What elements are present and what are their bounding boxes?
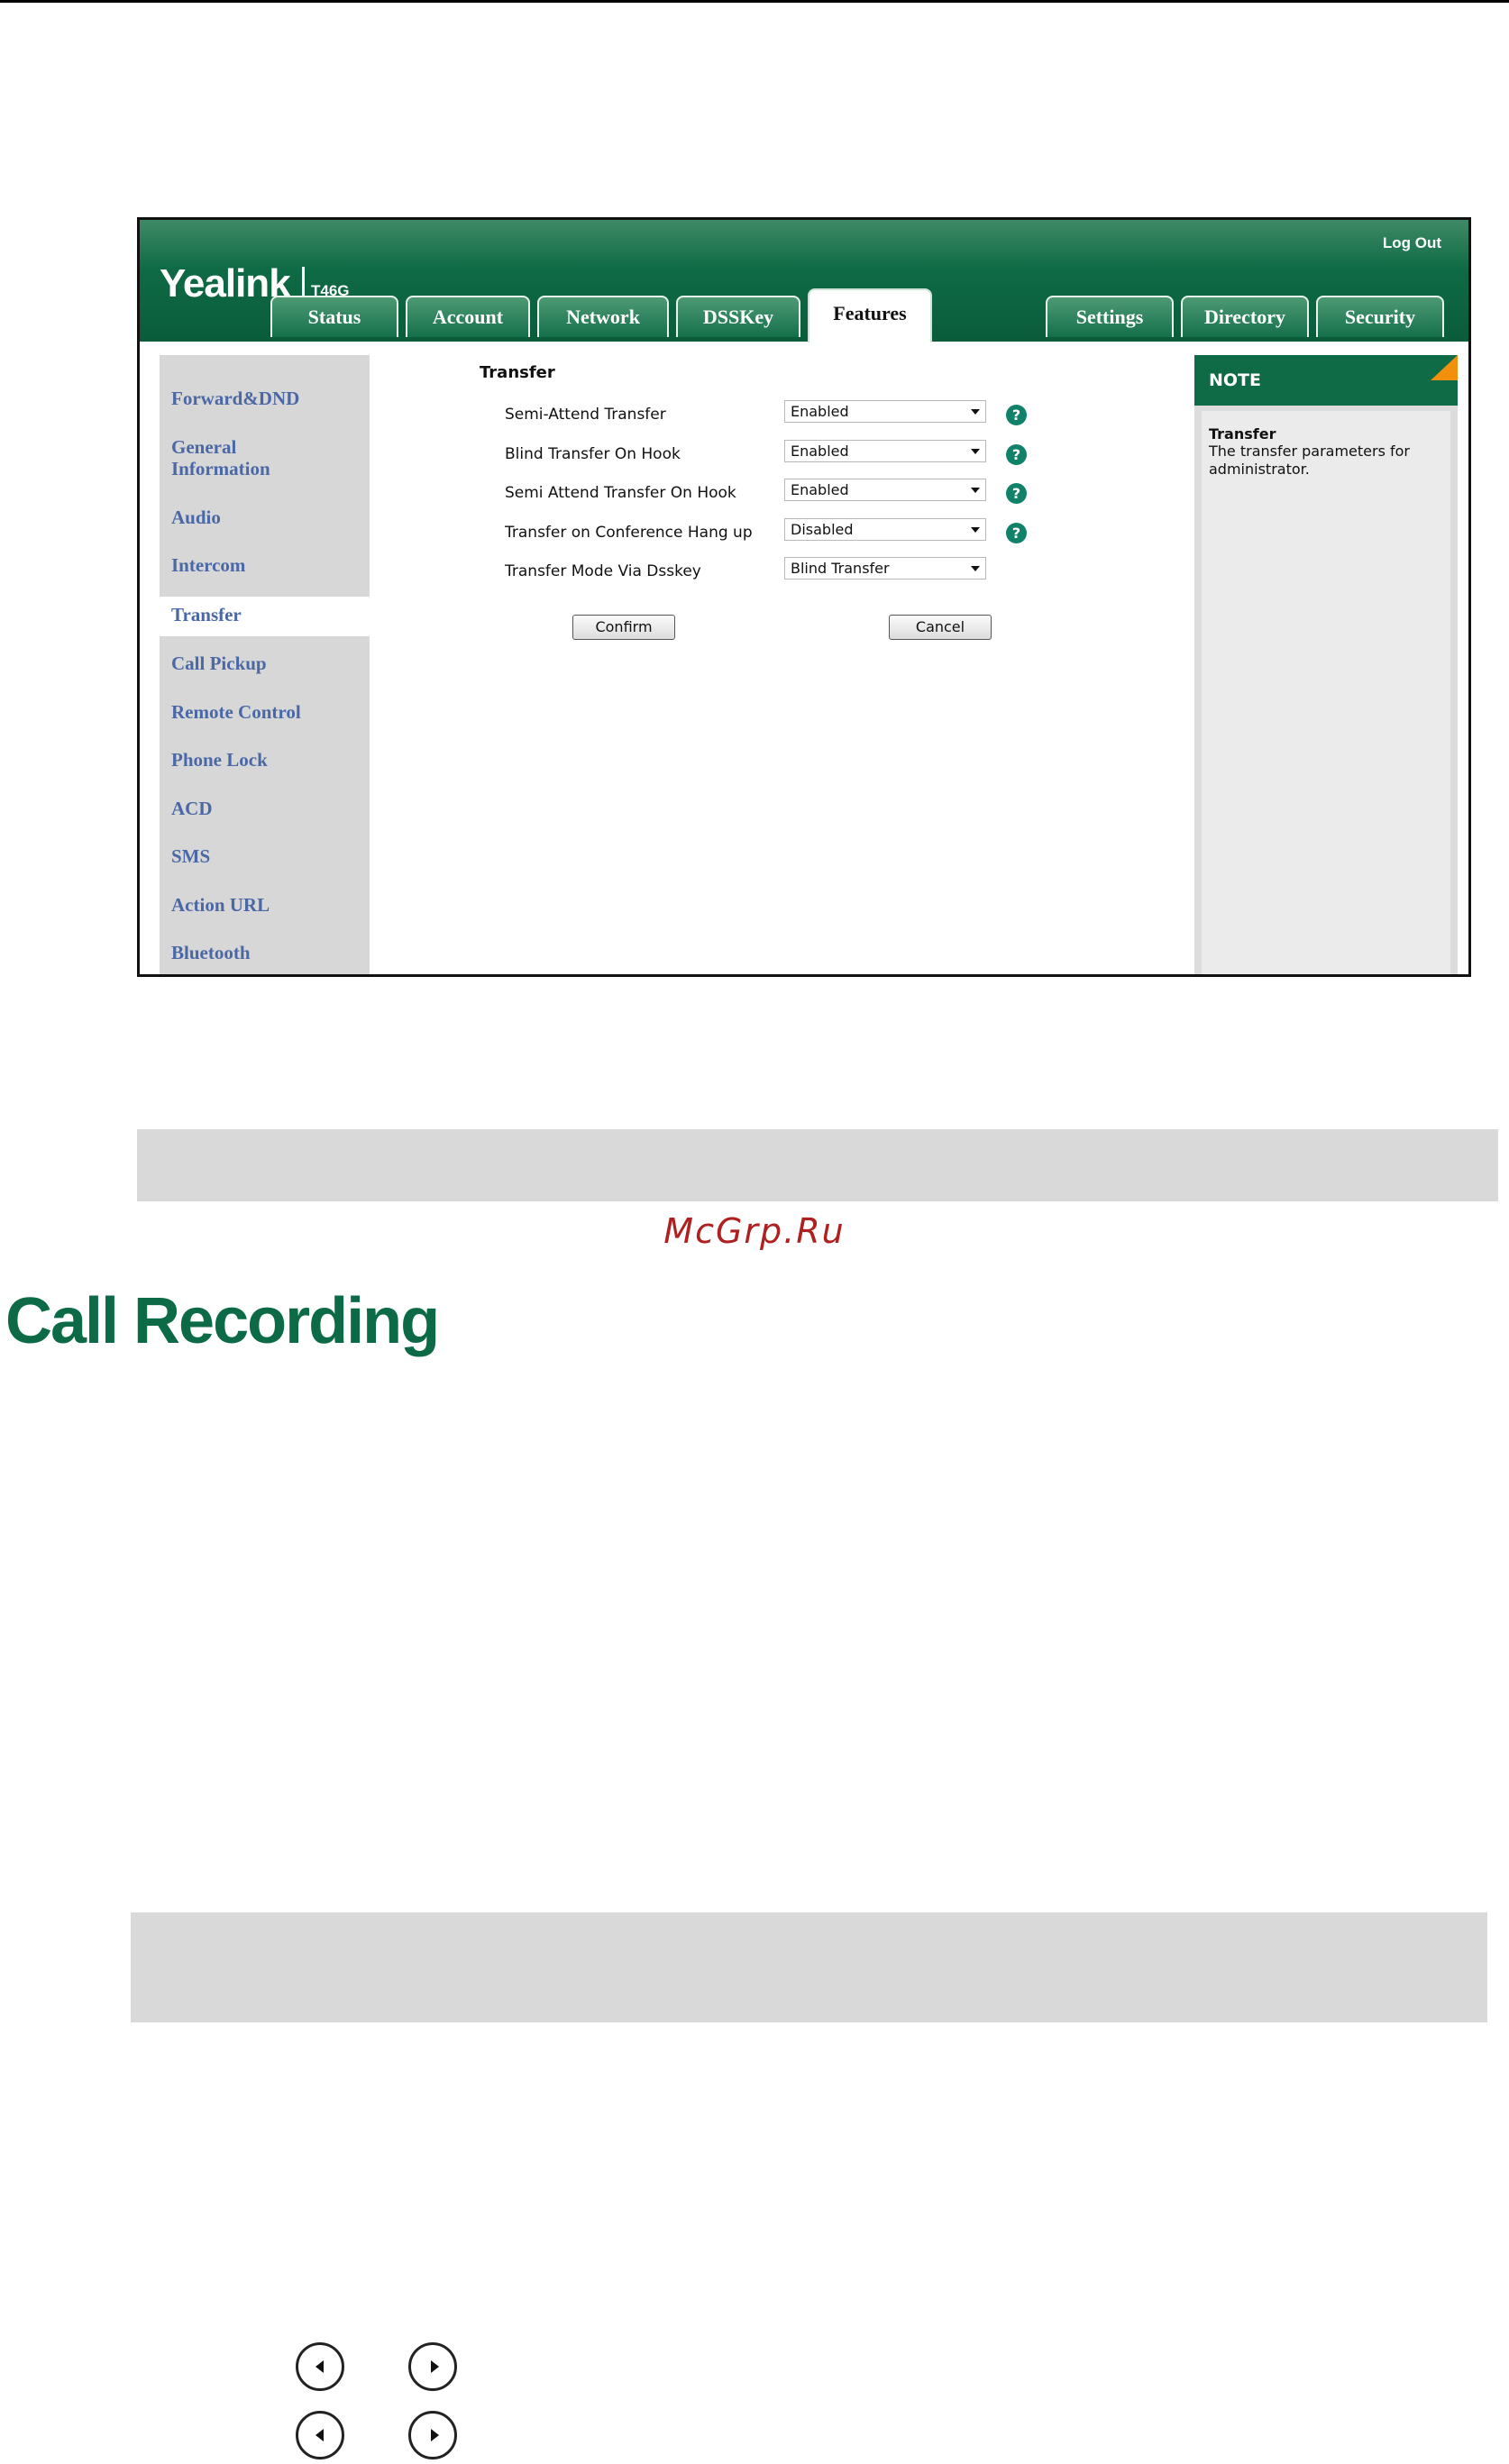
sidebar-item-sms[interactable]: SMS [171, 845, 210, 867]
tab-account[interactable]: Account [406, 296, 530, 337]
right-arrow-icon [408, 2342, 457, 2391]
page-heading: Call Recording [5, 1285, 440, 1357]
confirm-button[interactable]: Confirm [572, 615, 675, 640]
sidebar-item-acd[interactable]: ACD [171, 798, 213, 819]
cancel-button[interactable]: Cancel [889, 615, 992, 640]
dropdown-arrow-icon [971, 566, 980, 571]
note-text: The transfer parameters for administrato… [1209, 443, 1411, 478]
note-title: Transfer [1209, 425, 1276, 443]
sidebar-item-intercom[interactable]: Intercom [171, 554, 245, 576]
help-icon[interactable]: ? [1006, 444, 1027, 465]
main-tabs: Status Account Network DSSKey Features S… [140, 220, 1468, 342]
semi-attend-transfer-label: Semi-Attend Transfer [505, 406, 666, 424]
watermark: McGrp.Ru [663, 1211, 846, 1251]
tab-features[interactable]: Features [808, 288, 932, 342]
transfer-on-conference-hang-up-label: Transfer on Conference Hang up [505, 524, 753, 542]
sidebar-item-general-information[interactable]: General Information [171, 436, 316, 479]
transfer-mode-via-dsskey-select[interactable]: Blind Transfer [784, 557, 986, 579]
sidebar-item-call-pickup[interactable]: Call Pickup [171, 653, 267, 674]
left-arrow-icon [296, 2342, 344, 2391]
dropdown-arrow-icon [971, 409, 980, 415]
left-arrow-icon [296, 2411, 344, 2459]
semi-attend-transfer-on-hook-label: Semi Attend Transfer On Hook [505, 484, 736, 502]
note-body [1202, 411, 1450, 974]
web-ui-screenshot: Yealink T46G Log Out Status Account Netw… [137, 217, 1471, 977]
tab-settings[interactable]: Settings [1046, 296, 1174, 337]
help-icon[interactable]: ? [1006, 405, 1027, 425]
semi-attend-transfer-on-hook-select[interactable]: Enabled [784, 479, 986, 501]
tab-dsskey[interactable]: DSSKey [676, 296, 800, 337]
tab-status[interactable]: Status [270, 296, 398, 337]
select-value: Enabled [791, 481, 849, 498]
note-box-2 [131, 1912, 1487, 2022]
page-top-rule [0, 0, 1509, 3]
select-value: Enabled [791, 403, 849, 420]
tab-network[interactable]: Network [537, 296, 669, 337]
note-box [137, 1129, 1498, 1201]
help-icon[interactable]: ? [1006, 483, 1027, 504]
section-title: Transfer [480, 363, 555, 382]
sidebar-item-phone-lock[interactable]: Phone Lock [171, 749, 268, 771]
tab-directory[interactable]: Directory [1181, 296, 1309, 337]
transfer-on-conference-hang-up-select[interactable]: Disabled [784, 518, 986, 541]
sidebar-item-audio[interactable]: Audio [171, 506, 221, 528]
sidebar-item-transfer[interactable]: Transfer [171, 604, 242, 625]
sidebar-item-bluetooth[interactable]: Bluetooth [171, 942, 251, 963]
note-corner-icon [1431, 355, 1458, 380]
help-icon[interactable]: ? [1006, 523, 1027, 543]
dropdown-arrow-icon [971, 527, 980, 533]
dropdown-arrow-icon [971, 488, 980, 493]
blind-transfer-on-hook-select[interactable]: Enabled [784, 440, 986, 462]
semi-attend-transfer-select[interactable]: Enabled [784, 400, 986, 423]
select-value: Enabled [791, 443, 849, 460]
transfer-mode-via-dsskey-label: Transfer Mode Via Dsskey [505, 562, 701, 580]
select-value: Disabled [791, 521, 854, 538]
blind-transfer-on-hook-label: Blind Transfer On Hook [505, 445, 681, 463]
sidebar-item-remote-control[interactable]: Remote Control [171, 701, 301, 723]
dropdown-arrow-icon [971, 449, 980, 454]
transfer-settings-panel [379, 355, 1181, 974]
right-arrow-icon [408, 2411, 457, 2459]
select-value: Blind Transfer [791, 560, 890, 577]
sidebar-item-forward-dnd[interactable]: Forward&DND [171, 388, 299, 409]
tab-security[interactable]: Security [1316, 296, 1444, 337]
note-header: NOTE [1194, 355, 1458, 406]
sidebar-item-action-url[interactable]: Action URL [171, 894, 270, 916]
